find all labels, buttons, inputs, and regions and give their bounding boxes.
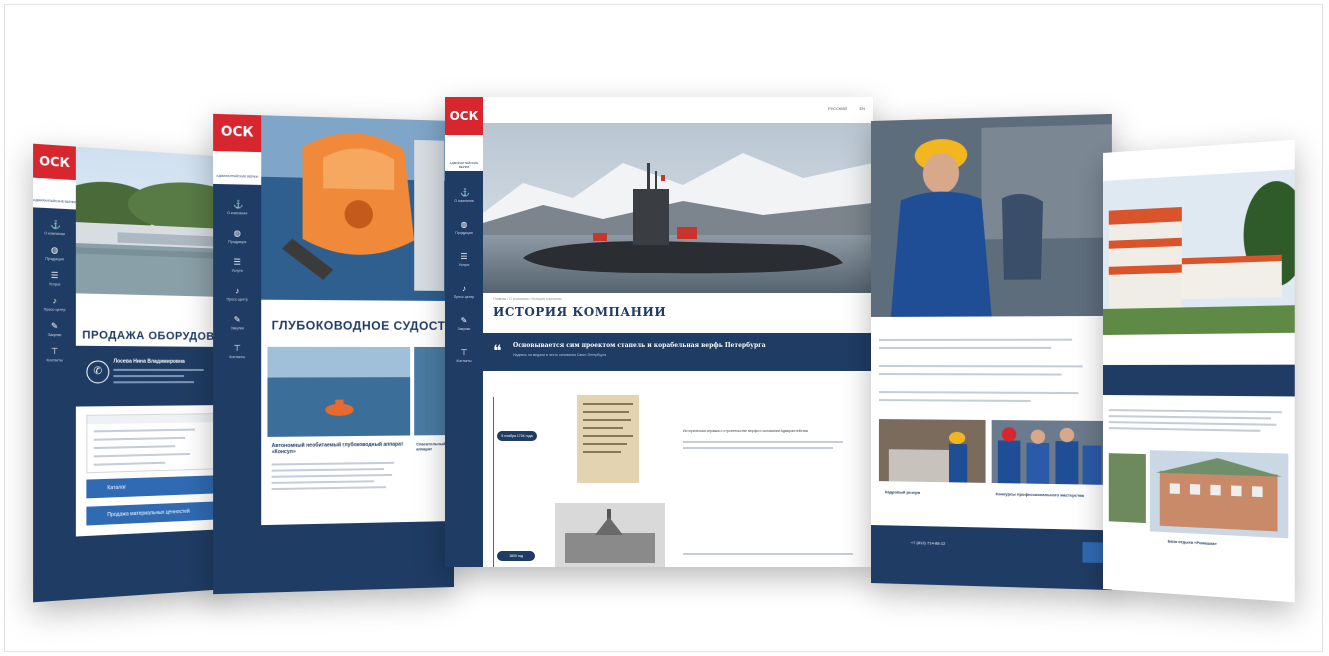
contact-name: Лосева Нина Владимировна [113,358,185,365]
sidebar: ОСК АДМИРАЛТЕЙСКИЕ ВЕРФИ ⚓ О компании ◍ Пр… [33,143,76,603]
material-sale-button[interactable]: Продажа материальных ценностей [86,501,218,526]
top-bar: РУССКИЙ EN [483,97,873,123]
nav-item-services[interactable]: ☰ Услуги [213,257,261,273]
hero-image-submarine [483,123,873,293]
page-title: ИСТОРИЯ КОМПАНИИ [493,305,667,319]
timeline-year-1[interactable]: 5 ноября 1704 года [497,431,537,441]
nav-item-services[interactable]: ☰ Услуги [445,252,483,268]
footer [33,529,227,603]
nav-item-products[interactable]: ◍ Продукция [445,220,483,236]
nav-item-about[interactable]: ⚓ О компании [33,220,76,237]
history-text: Историческая справка о строительстве вер… [683,429,808,433]
page-company-history: ОСК АДМИРАЛТЕЙСКИЕ ВЕРФИ ⚓ О компании ◍ Пр… [445,97,873,567]
list-icon: ☰ [233,257,241,267]
presentation-frame: ОСК АДМИРАЛТЕЙСКИЕ ВЕРФИ ⚓ О компании ◍ Пр… [4,4,1323,652]
quote-subtitle: Надпись на медали в честь основания Санк… [513,353,607,357]
nav-item-products[interactable]: ◍ Продукция [33,245,76,262]
contact-card: ✆ Лосева Нина Владимировна [75,345,227,407]
shipyard-logo: АДМИРАЛТЕЙСКИЕ ВЕРФИ [213,150,262,185]
caption-recreation: База отдыха «Ромашка» [1167,538,1217,547]
nav-item-contacts[interactable]: ⊤ Контакты [33,346,76,363]
page-deep-sea-shipbuilding: ОСК АДМИРАЛТЕЙСКИЕ ВЕРФИ ⚓ О компании ◍ Пр… [213,113,454,595]
photo-submersible-sea [267,346,411,437]
photo-workshop [878,419,986,483]
nav-item-purchases[interactable]: ✎ Закупки [33,321,76,337]
quote-icon: ❝ [493,341,502,360]
hero-image-submersible [261,115,454,301]
osk-logo[interactable]: ОСК [213,113,262,153]
caption-1: Автономный необитаемый глубоководный апп… [271,441,404,456]
sidebar: ОСК АДМИРАЛТЕЙСКИЕ ВЕРФИ ⚓ О компании ◍ Пр… [445,97,483,567]
caption-contests: Конкурсы профессионального мастерства [995,491,1085,498]
timeline-year-2[interactable]: 1800 год [497,551,535,561]
page-title: ГЛУБОКОВОДНОЕ СУДОСТРОЕНИЕ [271,318,454,334]
nav-item-services[interactable]: ☰ Услуги [33,271,76,287]
scroll-top-button[interactable] [1082,542,1104,564]
nav-item-contacts[interactable]: ⊤ Контакты [445,348,483,364]
quote-banner: ❝ Основывается сим проектом стапель и ко… [483,333,873,371]
equipment-table [86,413,220,474]
mic-icon: ♪ [52,295,57,306]
mic-icon: ♪ [462,284,466,293]
photo-small [1108,453,1146,524]
osk-logo[interactable]: ОСК [33,143,76,181]
edit-icon: ✎ [460,316,468,325]
ship-icon: ⚓ [50,219,61,230]
nav-item-press[interactable]: ♪ Пресс-центр [33,295,76,313]
crane-icon: ⊤ [50,346,59,357]
edit-icon: ✎ [233,314,241,325]
nav-item-press[interactable]: ♪ Пресс-центр [445,284,483,300]
nav-item-press[interactable]: ♪ Пресс-центр [213,286,261,302]
quote-title: Основывается сим проектом стапель и кора… [513,342,766,349]
ship-icon: ⚓ [233,199,244,210]
engraving-image [555,503,665,567]
shipyard-logo: АДМИРАЛТЕЙСКИЕ ВЕРФИ [445,135,483,171]
photo-team [991,420,1104,485]
crane-icon: ⊤ [233,343,241,353]
sidebar: ОСК АДМИРАЛТЕЙСКИЕ ВЕРФИ ⚓ О компании ◍ Пр… [213,113,262,595]
page-recreation-base: База отдыха «Ромашка» [1103,139,1295,603]
lang-ru[interactable]: РУССКИЙ [828,106,847,111]
caption-reserve: Кадровый резерв [884,489,921,495]
nav-item-purchases[interactable]: ✎ Закупки [445,316,483,332]
edit-icon: ✎ [51,321,59,331]
footer: +7 (812) 714-88-12 [871,525,1112,591]
page-careers: Кадровый резерв Конкурсы профессионально… [871,113,1112,591]
hero-image-waterfront [75,146,227,297]
photo-recreation-building [1149,450,1289,539]
breadcrumb[interactable]: Главная / О компании / История компании [493,297,562,301]
crane-icon: ⊤ [460,348,468,357]
lang-en[interactable]: EN [859,106,865,111]
ship-icon: ⚓ [460,188,470,197]
nav-item-products[interactable]: ◍ Продукция [213,228,261,245]
page-equipment-sale: ОСК АДМИРАЛТЕЙСКИЕ ВЕРФИ ⚓ О компании ◍ Пр… [33,143,227,603]
footer [213,521,454,595]
list-icon: ☰ [460,252,468,261]
page-title: ПРОДАЖА ОБОРУДОВАНИЯ [82,329,227,344]
nav-item-about[interactable]: ⚓ О компании [445,188,483,204]
mic-icon: ♪ [235,286,240,296]
globe-icon: ◍ [233,228,241,238]
nav-item-about[interactable]: ⚓ О компании [213,199,261,216]
phone-icon: ✆ [86,360,110,384]
catalog-button[interactable]: Каталог [86,475,218,499]
hero-image-building [1103,169,1295,335]
historical-document-image [577,395,639,483]
nav-item-purchases[interactable]: ✎ Закупки [213,314,261,331]
hero-image-worker [871,113,1112,317]
nav-item-contacts[interactable]: ⊤ Контакты [213,343,261,359]
shipyard-logo: АДМИРАЛТЕЙСКИЕ ВЕРФИ [33,177,76,210]
footer-phone[interactable]: +7 (812) 714-88-12 [911,540,946,546]
list-icon: ☰ [50,270,59,281]
timeline-line [493,397,494,567]
osk-logo[interactable]: ОСК [445,97,483,135]
globe-icon: ◍ [50,245,59,255]
info-banner [1103,364,1295,397]
globe-icon: ◍ [460,220,468,229]
